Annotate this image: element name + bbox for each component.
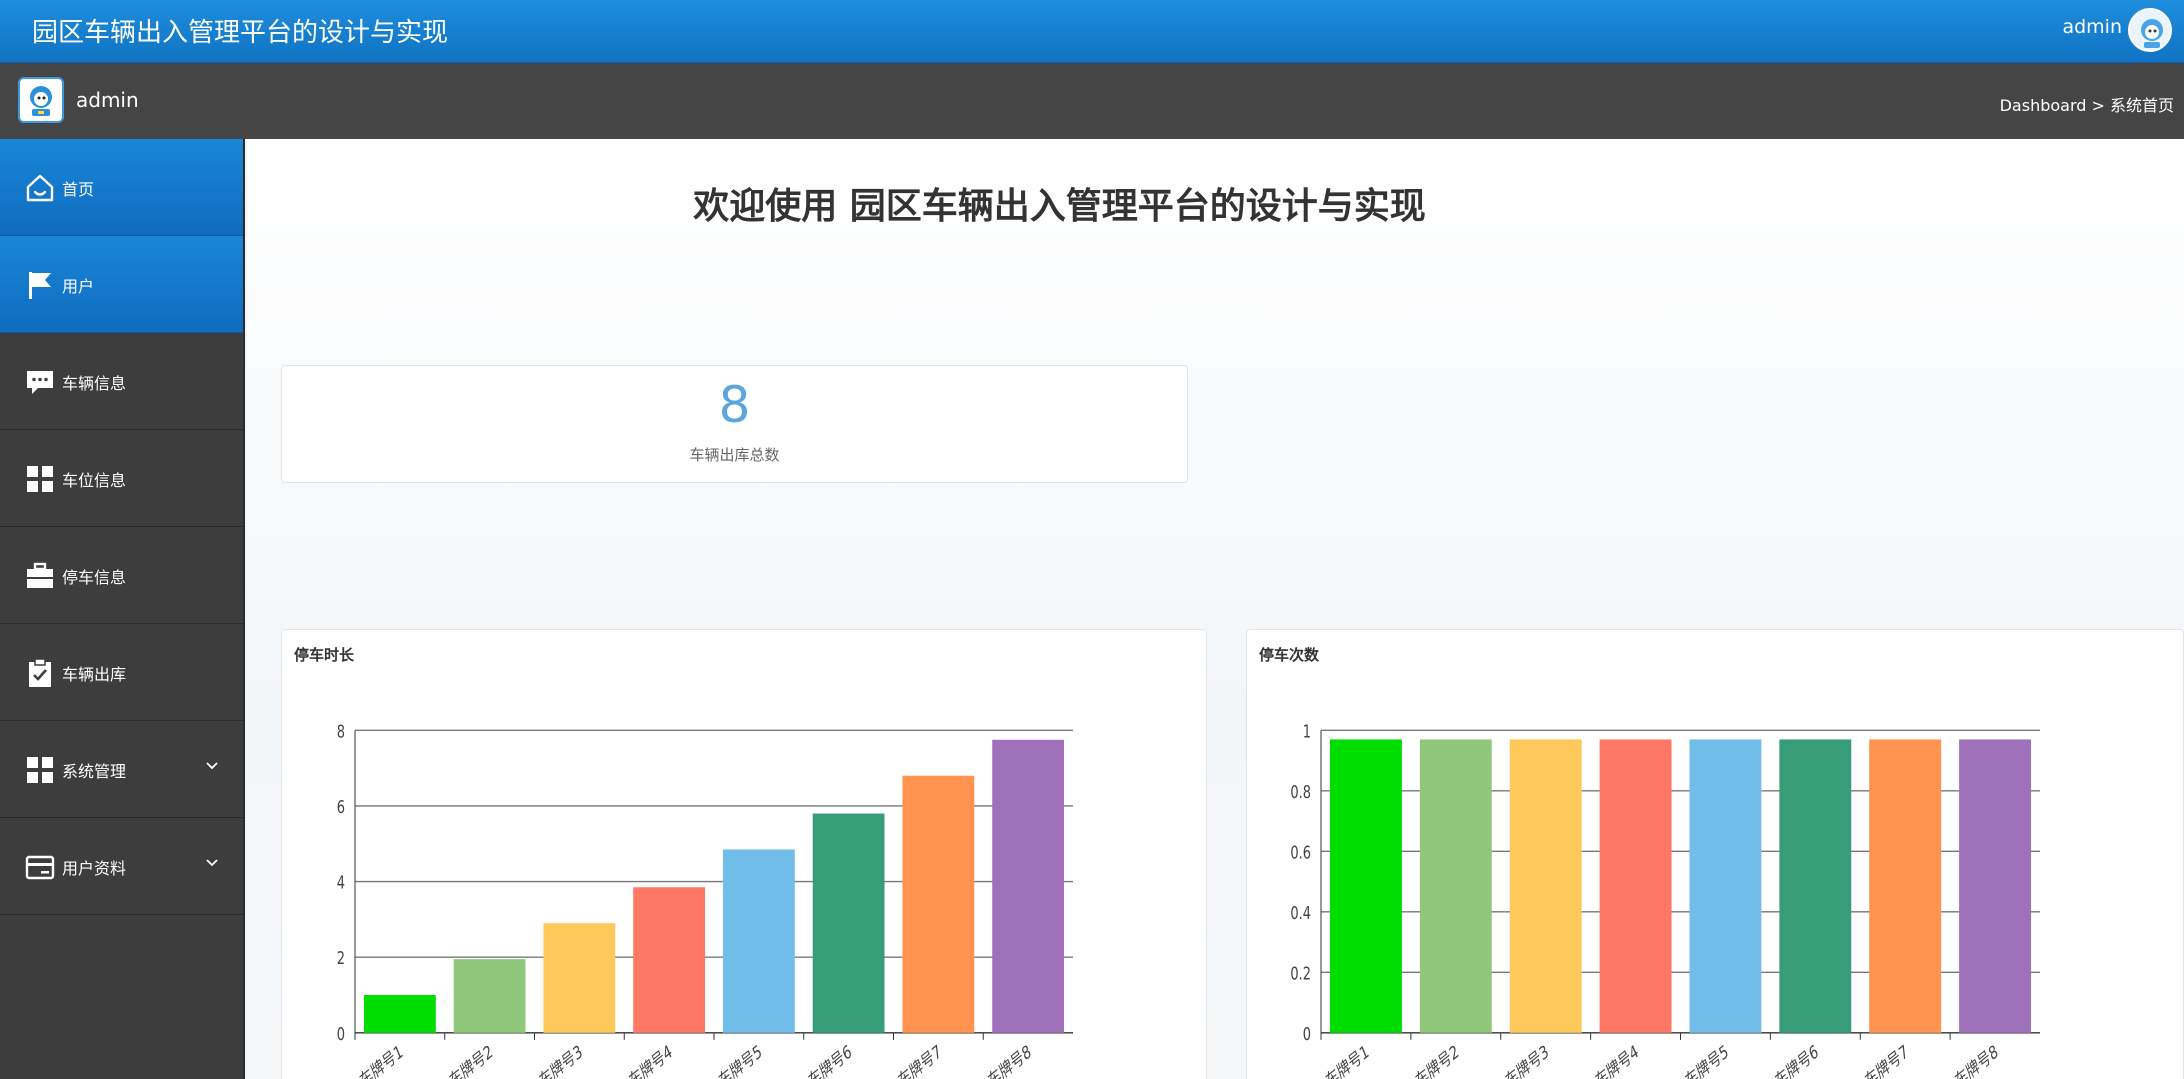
bar[interactable]	[1329, 739, 1402, 1033]
stat-card: 8 车辆出库总数	[281, 365, 1188, 483]
sidebar-item-vehicle-info[interactable]: 车辆信息	[0, 333, 243, 430]
clipboard-check-icon	[29, 658, 51, 687]
x-tick-label: 车牌号7	[895, 1040, 944, 1079]
grid-icon	[27, 757, 53, 783]
chevron-down-icon[interactable]	[205, 759, 219, 773]
sidebar-item-label: 车位信息	[62, 471, 127, 490]
sidebar-item-system-management[interactable]: 系统管理	[0, 721, 243, 818]
bar[interactable]	[1509, 739, 1582, 1033]
sidebar-item-label: 车辆信息	[62, 374, 127, 393]
y-tick-label: 4	[337, 871, 345, 893]
card-icon	[25, 855, 55, 880]
y-tick-label: 8	[337, 720, 345, 742]
chat-icon	[27, 371, 53, 394]
sidebar-item-parking-info[interactable]: 停车信息	[0, 527, 243, 624]
bar[interactable]	[722, 849, 795, 1033]
x-tick-label: 车牌号5	[1682, 1040, 1731, 1079]
bar-chart: 0 2 4 6 8 车牌号1 车牌号2 车牌号3 车牌号4 车牌号5 车牌号6 车牌号7 车牌号8	[337, 720, 1073, 1079]
bar[interactable]	[453, 959, 526, 1033]
bar[interactable]	[812, 813, 885, 1033]
sidebar-item-label: 首页	[62, 180, 95, 199]
header-username[interactable]: admin	[2062, 16, 2122, 38]
y-tick-label: 0	[337, 1023, 345, 1045]
sub-header: admin Dashboard > 系统首页	[0, 63, 2184, 139]
sidebar-item-label: 系统管理	[62, 762, 127, 781]
x-tick-label: 车牌号6	[806, 1040, 855, 1079]
bar[interactable]	[1959, 739, 2032, 1033]
chart-card-parking-duration: 停车时长 0 2 4 6 8 车牌号1 车牌号2 车牌号3 车牌号4 车牌号5 车牌号6 车牌号7 车牌…	[281, 629, 1207, 1079]
stat-label: 车辆出库总数	[689, 446, 780, 464]
sidebar-item-parking-space-info[interactable]: 车位信息	[0, 430, 243, 527]
x-tick-label: 车牌号6	[1772, 1040, 1821, 1079]
app-title: 园区车辆出入管理平台的设计与实现	[32, 18, 449, 48]
sub-username: admin	[76, 88, 139, 112]
grid-icon	[27, 466, 53, 492]
x-tick-label: 车牌号8	[1952, 1040, 2001, 1079]
x-tick-label: 车牌号8	[985, 1040, 1034, 1079]
stat-value: 8	[718, 376, 751, 434]
home-icon	[26, 174, 54, 202]
chart-card-parking-count: 停车次数 0 0.2 0.4 0.6 0.8 1 车牌号1 车牌号2 车牌号3 车牌号4 车牌号5 车…	[1246, 629, 2184, 1079]
flag-icon	[29, 272, 51, 299]
bar[interactable]	[633, 887, 706, 1033]
sidebar-item-label: 车辆出库	[62, 665, 127, 684]
y-tick-label: 0.2	[1290, 962, 1311, 984]
robot-avatar-icon	[2141, 19, 2163, 48]
bar[interactable]	[1599, 739, 1672, 1033]
x-tick-label: 车牌号1	[357, 1040, 406, 1079]
x-tick-label: 车牌号2	[447, 1040, 496, 1079]
bar-chart: 0 0.2 0.4 0.6 0.8 1 车牌号1 车牌号2 车牌号3 车牌号4 车牌号5 车牌号6 车牌…	[1290, 720, 2040, 1079]
bar[interactable]	[992, 739, 1065, 1033]
avatar[interactable]	[2128, 8, 2172, 52]
briefcase-icon	[27, 562, 53, 588]
y-tick-label: 0	[1303, 1023, 1311, 1045]
sidebar-item-label: 停车信息	[62, 568, 127, 587]
y-tick-label: 0.8	[1290, 781, 1311, 803]
x-tick-label: 车牌号4	[1592, 1040, 1641, 1079]
main-content: 欢迎使用 园区车辆出入管理平台的设计与实现 8 车辆出库总数 停车时长 0246…	[247, 139, 2184, 1079]
y-tick-label: 1	[1303, 720, 1311, 742]
sidebar-item-vehicle-exit[interactable]: 车辆出库	[0, 624, 243, 721]
sidebar-item-label: 用户资料	[62, 859, 127, 878]
chevron-down-icon[interactable]	[205, 856, 219, 870]
sidebar-item-label: 用户	[62, 277, 95, 296]
top-header: 园区车辆出入管理平台的设计与实现 admin	[0, 0, 2184, 63]
bar[interactable]	[1689, 739, 1762, 1033]
y-tick-label: 6	[337, 796, 345, 818]
bar[interactable]	[1779, 739, 1852, 1033]
bar[interactable]	[363, 995, 436, 1033]
x-tick-label: 车牌号2	[1413, 1040, 1462, 1079]
sidebar-item-home[interactable]: 首页	[0, 139, 243, 236]
x-tick-label: 车牌号3	[1503, 1040, 1552, 1079]
x-tick-label: 车牌号5	[716, 1040, 765, 1079]
breadcrumb[interactable]: Dashboard > 系统首页	[2000, 92, 2174, 116]
bar[interactable]	[543, 923, 616, 1033]
sidebar-item-user-profile[interactable]: 用户资料	[0, 818, 243, 915]
sidebar: 首页 用户 车辆信息 车位信息 停车信息 车辆出库 系统管理 用户资料	[0, 139, 245, 1079]
sidebar-item-users[interactable]: 用户	[0, 236, 243, 333]
bar[interactable]	[1869, 739, 1942, 1033]
y-tick-label: 2	[337, 947, 345, 969]
x-tick-label: 车牌号7	[1862, 1040, 1911, 1079]
y-tick-label: 0.6	[1290, 841, 1311, 863]
x-tick-label: 车牌号3	[536, 1040, 585, 1079]
user-avatar[interactable]	[18, 77, 64, 123]
x-tick-label: 车牌号1	[1323, 1040, 1372, 1079]
y-tick-label: 0.4	[1290, 902, 1311, 924]
robot-avatar-icon	[30, 86, 52, 116]
bar[interactable]	[1419, 739, 1492, 1033]
x-tick-label: 车牌号4	[626, 1040, 675, 1079]
welcome-title: 欢迎使用 园区车辆出入管理平台的设计与实现	[693, 186, 1426, 227]
bar[interactable]	[902, 775, 975, 1033]
